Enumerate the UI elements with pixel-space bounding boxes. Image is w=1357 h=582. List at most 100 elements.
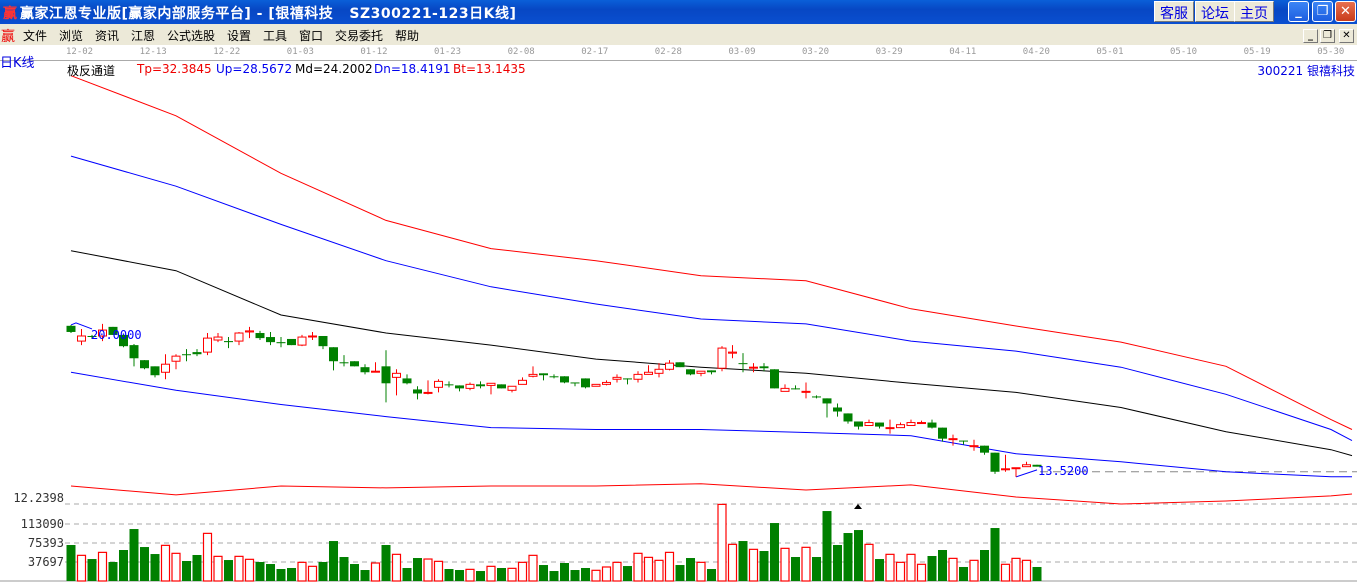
volume-bar-down bbox=[360, 570, 370, 581]
volume-bar-up bbox=[307, 565, 318, 582]
candle-body-up bbox=[717, 347, 727, 369]
menu-help[interactable]: 帮助 bbox=[395, 27, 419, 44]
menu-news[interactable]: 资讯 bbox=[95, 27, 119, 44]
volume-bar-up bbox=[507, 567, 517, 582]
candle-body-up bbox=[392, 372, 401, 378]
volume-bar-down bbox=[381, 545, 391, 581]
volume-bar-down bbox=[549, 571, 559, 581]
volume-bar-up bbox=[1000, 563, 1011, 582]
menu-trade[interactable]: 交易委托 bbox=[335, 27, 383, 44]
minimize-icon[interactable]: _ bbox=[1288, 1, 1309, 22]
volume-bar-down bbox=[350, 564, 359, 581]
volume-bar-down bbox=[87, 559, 97, 581]
forum-button[interactable]: 论坛 bbox=[1195, 1, 1235, 22]
menu-file[interactable]: 文件 bbox=[23, 27, 47, 44]
menu-bar: 赢 文件 浏览 资讯 江恩 公式选股 设置 工具 窗口 交易委托 帮助 _ ❐ … bbox=[0, 24, 1357, 45]
mdi-minimize-icon[interactable]: _ bbox=[1303, 29, 1318, 43]
candle-body-up bbox=[948, 438, 958, 441]
candle-body-down bbox=[140, 360, 149, 369]
candle-body-up bbox=[507, 385, 517, 391]
candle-body-down bbox=[675, 362, 685, 368]
mdi-close-icon[interactable]: ✕ bbox=[1339, 29, 1354, 43]
candle-body-down bbox=[959, 440, 968, 442]
volume-axis-label: 113090 bbox=[20, 517, 64, 531]
candle-body-down bbox=[843, 413, 853, 422]
volume-bar-up bbox=[297, 561, 307, 582]
candle-body-up bbox=[864, 422, 874, 427]
volume-bar-down bbox=[140, 547, 149, 581]
candle-body-down bbox=[938, 427, 947, 439]
menu-gann[interactable]: 江恩 bbox=[131, 27, 155, 44]
candle-body-up bbox=[161, 363, 170, 373]
volume-bar-down bbox=[266, 564, 275, 581]
volume-bar-up bbox=[486, 565, 496, 582]
volume-bar-down bbox=[791, 557, 800, 581]
candle-body-up bbox=[434, 380, 443, 388]
volume-bar-up bbox=[633, 552, 643, 582]
price-axis-label: 12.2398 bbox=[13, 491, 64, 505]
volume-bar-up bbox=[465, 568, 475, 582]
volume-bar-up bbox=[391, 553, 402, 582]
candle-body-down bbox=[927, 422, 937, 428]
volume-bar-up bbox=[717, 503, 727, 582]
date-tick-label: 02-28 bbox=[654, 47, 682, 57]
volume-bar-down bbox=[108, 561, 118, 581]
candle-body-up bbox=[654, 368, 664, 374]
mdi-restore-icon[interactable]: ❐ bbox=[1320, 29, 1335, 43]
volume-bar-down bbox=[623, 566, 632, 581]
volume-bar-up bbox=[969, 559, 979, 582]
customer-service-button[interactable]: 客服 bbox=[1154, 1, 1194, 22]
volume-bar-down bbox=[843, 533, 853, 581]
menu-window[interactable]: 窗口 bbox=[299, 27, 323, 44]
candle-body-up bbox=[465, 383, 475, 389]
candle-body-down bbox=[444, 384, 454, 386]
volume-bar-down bbox=[329, 541, 338, 581]
candle-body-up bbox=[969, 445, 979, 448]
volume-bar-down bbox=[738, 541, 748, 581]
candle-body-up bbox=[77, 335, 86, 342]
app-logo-icon: 赢 bbox=[3, 6, 17, 22]
candle-body-down bbox=[560, 376, 569, 383]
restore-icon[interactable]: ❐ bbox=[1312, 1, 1333, 22]
volume-bar-down bbox=[812, 557, 821, 581]
candle-body-down bbox=[476, 384, 485, 387]
candle-body-down bbox=[738, 363, 748, 365]
candle-body-up bbox=[423, 391, 433, 394]
menu-tools[interactable]: 工具 bbox=[263, 27, 287, 44]
volume-bar-down bbox=[833, 545, 842, 581]
volume-bar-up bbox=[171, 552, 181, 582]
period-label: 日K线 bbox=[0, 56, 35, 71]
volume-bar-down bbox=[255, 561, 265, 581]
homepage-button[interactable]: 主页 bbox=[1234, 1, 1274, 22]
kline-chart[interactable]: 20.0000 13.5200 bbox=[0, 0, 1357, 582]
volume-bar-down bbox=[686, 558, 695, 581]
candle-body-down bbox=[581, 378, 590, 388]
volume-bar-down bbox=[224, 560, 233, 581]
volume-bar-up bbox=[1021, 559, 1032, 582]
volume-bar-up bbox=[234, 555, 244, 582]
candle-body-down bbox=[812, 396, 821, 398]
volume-bar-up bbox=[801, 546, 811, 582]
date-tick-label: 03-20 bbox=[802, 47, 830, 57]
volume-bar-up bbox=[780, 547, 790, 582]
candle-body-down bbox=[875, 422, 884, 427]
volume-bar-down bbox=[854, 530, 863, 581]
menu-formula-select[interactable]: 公式选股 bbox=[167, 27, 215, 44]
volume-bar-up bbox=[433, 560, 444, 582]
candle-body-down bbox=[455, 385, 464, 389]
date-tick-label: 01-23 bbox=[434, 47, 462, 57]
candle-body-up bbox=[1011, 467, 1021, 470]
menu-browse[interactable]: 浏览 bbox=[59, 27, 83, 44]
volume-bar-up bbox=[612, 561, 622, 582]
volume-bar-up bbox=[517, 561, 528, 582]
volume-bar-up bbox=[1011, 557, 1021, 582]
candle-body-up bbox=[602, 381, 611, 385]
date-tick-label: 04-20 bbox=[1022, 47, 1050, 57]
close-icon[interactable]: ✕ bbox=[1335, 1, 1356, 22]
menu-settings[interactable]: 设置 bbox=[227, 27, 251, 44]
date-tick-label: 04-11 bbox=[949, 47, 977, 57]
date-tick-label: 05-01 bbox=[1096, 47, 1124, 57]
volume-bar-up bbox=[916, 563, 927, 582]
date-tick-label: 12-02 bbox=[66, 47, 94, 57]
date-tick-label: 03-09 bbox=[728, 47, 756, 57]
